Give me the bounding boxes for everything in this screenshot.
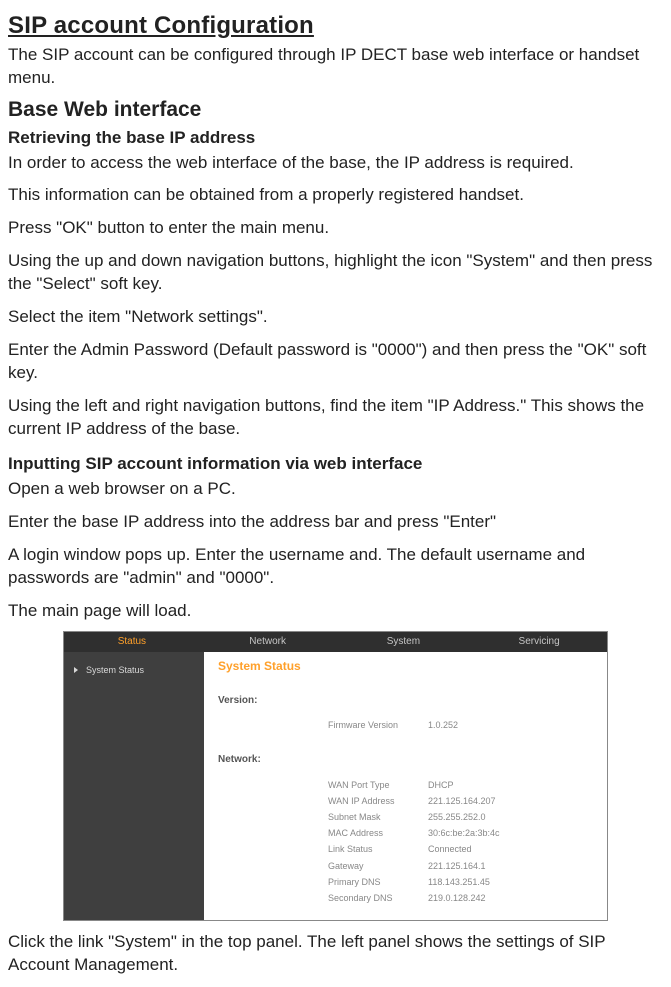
screenshot-sidebar: System Status bbox=[64, 652, 204, 920]
paragraph: The main page will load. bbox=[8, 600, 663, 623]
heading-input-sip: Inputting SIP account information via we… bbox=[8, 453, 663, 476]
page-title: SIP account Configuration bbox=[8, 10, 663, 42]
row-wan-ip-address: WAN IP Address 221.125.164.207 bbox=[328, 793, 593, 809]
paragraph: A login window pops up. Enter the userna… bbox=[8, 544, 663, 590]
screenshot-main-title: System Status bbox=[218, 652, 593, 688]
paragraph: Click the link "System" in the top panel… bbox=[8, 931, 663, 977]
value: 221.125.164.1 bbox=[428, 860, 486, 872]
paragraph: Enter the base IP address into the addre… bbox=[8, 511, 663, 534]
tab-servicing[interactable]: Servicing bbox=[471, 632, 607, 652]
label: Primary DNS bbox=[328, 876, 428, 888]
row-mac-address: MAC Address 30:6c:be:2a:3b:4c bbox=[328, 825, 593, 841]
chevron-right-icon bbox=[74, 667, 78, 673]
screenshot-topnav: Status Network System Servicing bbox=[64, 632, 607, 652]
tab-network[interactable]: Network bbox=[200, 632, 336, 652]
embedded-screenshot: Status Network System Servicing System S… bbox=[63, 631, 608, 921]
paragraph: This information can be obtained from a … bbox=[8, 184, 663, 207]
paragraph: In order to access the web interface of … bbox=[8, 152, 663, 175]
value: 219.0.128.242 bbox=[428, 892, 486, 904]
screenshot-main: System Status Version: Firmware Version … bbox=[204, 652, 607, 920]
value: Connected bbox=[428, 843, 472, 855]
label: WAN IP Address bbox=[328, 795, 428, 807]
row-primary-dns: Primary DNS 118.143.251.45 bbox=[328, 874, 593, 890]
tab-system[interactable]: System bbox=[336, 632, 472, 652]
paragraph: Press "OK" button to enter the main menu… bbox=[8, 217, 663, 240]
label: Subnet Mask bbox=[328, 811, 428, 823]
row-secondary-dns: Secondary DNS 219.0.128.242 bbox=[328, 890, 593, 906]
intro-text: The SIP account can be configured throug… bbox=[8, 44, 663, 90]
label: Firmware Version bbox=[328, 719, 428, 731]
paragraph: Enter the Admin Password (Default passwo… bbox=[8, 339, 663, 385]
label: Link Status bbox=[328, 843, 428, 855]
label: Secondary DNS bbox=[328, 892, 428, 904]
tab-status[interactable]: Status bbox=[64, 632, 200, 652]
section-label-network: Network: bbox=[218, 753, 593, 767]
value: 118.143.251.45 bbox=[428, 876, 490, 888]
value: 255.255.252.0 bbox=[428, 811, 486, 823]
paragraph: Open a web browser on a PC. bbox=[8, 478, 663, 501]
row-firmware-version: Firmware Version 1.0.252 bbox=[328, 717, 593, 733]
label: Gateway bbox=[328, 860, 428, 872]
row-subnet-mask: Subnet Mask 255.255.252.0 bbox=[328, 809, 593, 825]
heading-retrieve-ip: Retrieving the base IP address bbox=[8, 127, 663, 150]
sidebar-item-system-status[interactable]: System Status bbox=[64, 660, 204, 680]
value: 1.0.252 bbox=[428, 719, 458, 731]
value: DHCP bbox=[428, 779, 454, 791]
value: 30:6c:be:2a:3b:4c bbox=[428, 827, 500, 839]
section-label-version: Version: bbox=[218, 694, 593, 708]
row-wan-port-type: WAN Port Type DHCP bbox=[328, 777, 593, 793]
sidebar-item-label: System Status bbox=[86, 664, 144, 676]
row-gateway: Gateway 221.125.164.1 bbox=[328, 858, 593, 874]
label: WAN Port Type bbox=[328, 779, 428, 791]
label: MAC Address bbox=[328, 827, 428, 839]
paragraph: Using the left and right navigation butt… bbox=[8, 395, 663, 441]
paragraph: Using the up and down navigation buttons… bbox=[8, 250, 663, 296]
row-link-status: Link Status Connected bbox=[328, 841, 593, 857]
heading-base-web: Base Web interface bbox=[8, 96, 663, 124]
value: 221.125.164.207 bbox=[428, 795, 496, 807]
paragraph: Select the item "Network settings". bbox=[8, 306, 663, 329]
